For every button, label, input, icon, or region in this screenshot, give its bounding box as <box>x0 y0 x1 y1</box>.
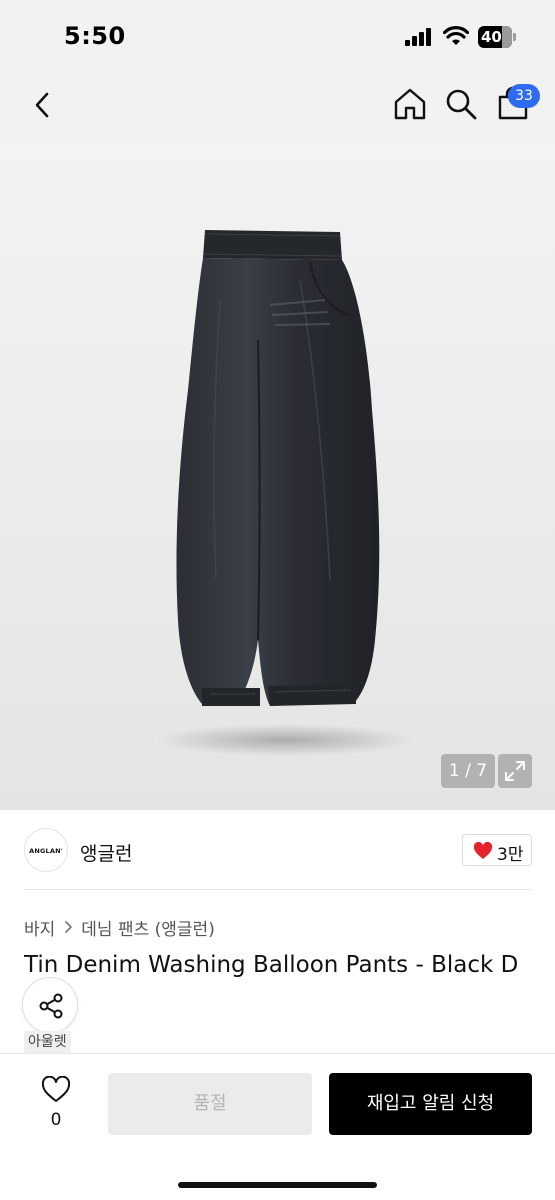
status-bar: 5:50 40 <box>0 0 555 70</box>
divider <box>24 889 531 890</box>
expand-icon[interactable] <box>498 754 532 788</box>
cellular-signal-icon <box>405 28 435 46</box>
heart-outline-icon <box>41 1076 71 1102</box>
brand-like-button[interactable]: 3만 <box>462 834 532 866</box>
brand-name[interactable]: 앵글런 <box>80 839 132 866</box>
product-image-gallery[interactable]: 1 / 7 <box>0 140 555 810</box>
brand-logo[interactable]: ANGLAN' <box>24 828 68 872</box>
restock-alert-button[interactable]: 재입고 알림 신청 <box>329 1073 532 1135</box>
home-icon[interactable] <box>392 86 428 122</box>
cart-count-badge: 33 <box>508 84 540 108</box>
wifi-icon <box>443 26 469 45</box>
breadcrumb-category[interactable]: 바지 <box>24 915 55 940</box>
share-button[interactable] <box>22 977 78 1033</box>
status-time: 5:50 <box>64 22 126 50</box>
image-counter: 1 / 7 <box>441 754 495 788</box>
heart-icon <box>473 842 493 859</box>
sold-out-button: 품절 <box>108 1073 312 1135</box>
battery-icon: 40 <box>478 26 516 48</box>
chevron-left-icon[interactable] <box>28 88 56 122</box>
battery-level: 40 <box>481 28 502 46</box>
wishlist-button[interactable]: 0 <box>30 1074 82 1136</box>
breadcrumb: 바지 데님 팬츠 (앵글런) <box>24 915 215 940</box>
chevron-right-icon <box>65 921 73 933</box>
breadcrumb-subcategory[interactable]: 데님 팬츠 (앵글런) <box>81 915 215 940</box>
bottom-action-bar: 0 품절 재입고 알림 신청 <box>0 1053 555 1200</box>
product-image <box>155 230 415 756</box>
wishlist-count: 0 <box>50 1110 62 1130</box>
search-icon[interactable] <box>444 86 478 122</box>
outlet-tag: 아울렛 <box>24 1031 71 1053</box>
share-icon <box>39 993 63 1019</box>
brand-like-count: 3만 <box>497 845 524 865</box>
brand-row: ANGLAN' 앵글런 3만 <box>0 810 555 890</box>
home-indicator <box>178 1182 377 1188</box>
product-title: Tin Denim Washing Balloon Pants - Black … <box>24 952 519 978</box>
navigation-bar: 33 <box>0 70 555 140</box>
